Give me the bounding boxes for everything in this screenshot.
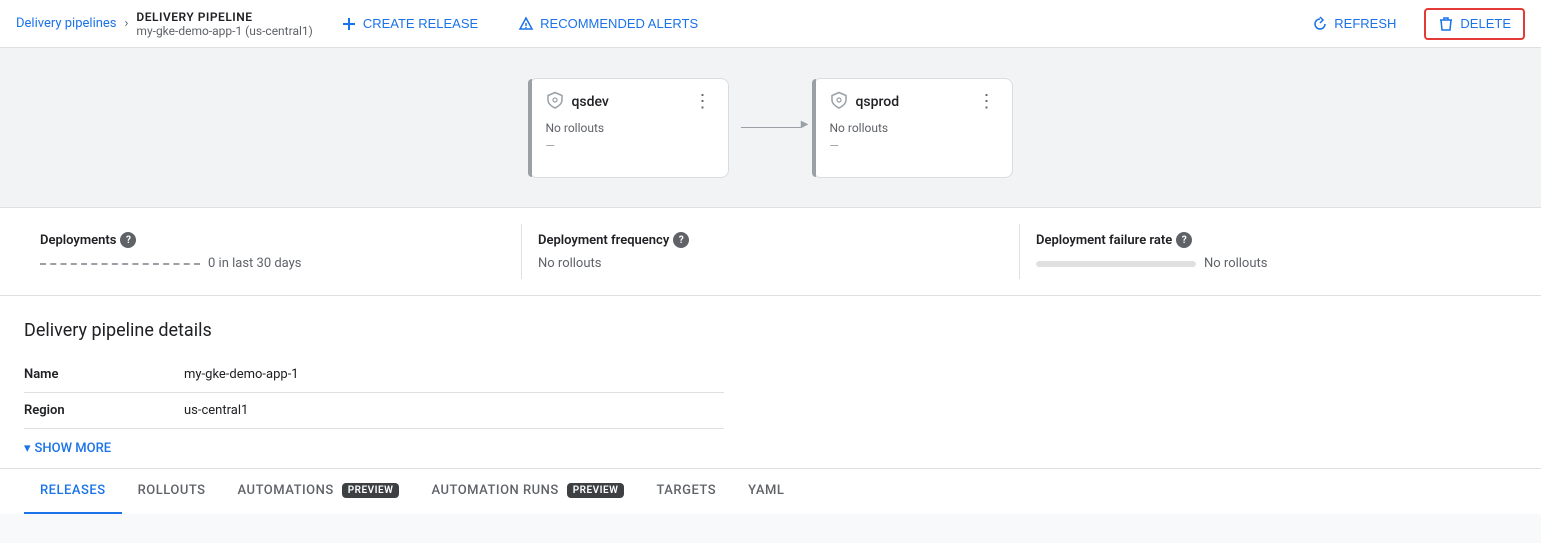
- metric-frequency-value: No rollouts: [538, 256, 1003, 271]
- tab-releases[interactable]: RELEASES: [24, 469, 122, 514]
- node-dash-qsdev: —: [546, 139, 712, 153]
- shield-icon-qsprod: [830, 91, 848, 113]
- tab-yaml[interactable]: YAML: [732, 469, 800, 514]
- automations-preview-badge: PREVIEW: [342, 483, 400, 498]
- pipeline-node-qsprod: qsprod ⋮ No rollouts —: [813, 78, 1013, 178]
- metric-deployments: Deployments ? 0 in last 30 days: [24, 224, 522, 279]
- create-release-button[interactable]: CREATE RELEASE: [329, 10, 490, 38]
- delete-icon: [1438, 16, 1454, 32]
- metric-deployments-value: 0 in last 30 days: [40, 256, 505, 271]
- add-icon: [341, 16, 357, 32]
- shield-icon-qsdev: [546, 91, 564, 113]
- recommended-alerts-button[interactable]: RECOMMENDED ALERTS: [506, 10, 710, 38]
- node-menu-qsdev[interactable]: ⋮: [694, 91, 712, 112]
- delete-button[interactable]: DELETE: [1424, 8, 1525, 40]
- tab-automations[interactable]: AUTOMATIONS PREVIEW: [222, 469, 416, 514]
- breadcrumb-current: DELIVERY PIPELINE my-gke-demo-app-1 (us-…: [136, 10, 312, 38]
- tabs-section: RELEASES ROLLOUTS AUTOMATIONS PREVIEW AU…: [0, 468, 1541, 514]
- details-row-name: Name my-gke-demo-app-1: [24, 357, 724, 393]
- details-section: Delivery pipeline details Name my-gke-de…: [0, 296, 1541, 468]
- details-row-region: Region us-central1: [24, 393, 724, 429]
- deployments-dashed-line: [40, 263, 200, 265]
- node-title-row-qsdev: qsdev: [546, 91, 609, 113]
- pipeline-label: DELIVERY PIPELINE: [136, 10, 312, 24]
- tabs-container: RELEASES ROLLOUTS AUTOMATIONS PREVIEW AU…: [0, 469, 1541, 514]
- show-more-button[interactable]: ▾ SHOW MORE: [24, 429, 1517, 468]
- metric-failure-label: Deployment failure rate ?: [1036, 232, 1501, 248]
- node-title-qsprod: qsprod: [856, 94, 900, 110]
- node-title-row-qsprod: qsprod: [830, 91, 900, 113]
- details-label-name: Name: [24, 357, 184, 393]
- tab-targets[interactable]: TARGETS: [640, 469, 732, 514]
- failure-help-icon: ?: [1176, 232, 1192, 248]
- metric-deployments-label: Deployments ?: [40, 232, 505, 248]
- node-menu-qsprod[interactable]: ⋮: [978, 91, 996, 112]
- node-dash-qsprod: —: [830, 139, 996, 153]
- node-header-qsdev: qsdev ⋮: [546, 91, 712, 113]
- metric-deployment-frequency: Deployment frequency ? No rollouts: [522, 224, 1020, 279]
- refresh-button[interactable]: REFRESH: [1300, 10, 1408, 38]
- tab-automation-runs[interactable]: AUTOMATION RUNS PREVIEW: [415, 469, 640, 514]
- frequency-help-icon: ?: [673, 232, 689, 248]
- details-table: Name my-gke-demo-app-1 Region us-central…: [24, 357, 724, 429]
- alert-icon: [518, 16, 534, 32]
- chevron-down-icon: ▾: [24, 441, 31, 456]
- details-label-region: Region: [24, 393, 184, 429]
- details-value-region: us-central1: [184, 393, 724, 429]
- details-title: Delivery pipeline details: [24, 320, 1517, 341]
- top-bar: Delivery pipelines › DELIVERY PIPELINE m…: [0, 0, 1541, 48]
- metrics-section: Deployments ? 0 in last 30 days Deployme…: [0, 208, 1541, 296]
- failure-rate-bar: [1036, 261, 1196, 267]
- pipeline-section: qsdev ⋮ No rollouts —: [0, 48, 1541, 208]
- node-status-qsprod: No rollouts: [830, 121, 996, 135]
- breadcrumb-link[interactable]: Delivery pipelines: [16, 16, 117, 31]
- details-value-name: my-gke-demo-app-1: [184, 357, 724, 393]
- pipeline-name: my-gke-demo-app-1 (us-central1): [136, 24, 312, 38]
- deployments-help-icon: ?: [120, 232, 136, 248]
- node-title-qsdev: qsdev: [572, 94, 609, 110]
- metric-failure-value: No rollouts: [1036, 256, 1501, 271]
- breadcrumb: Delivery pipelines › DELIVERY PIPELINE m…: [16, 10, 313, 38]
- metric-frequency-label: Deployment frequency ?: [538, 232, 1003, 248]
- arrow-line: [741, 127, 801, 128]
- metric-failure-rate: Deployment failure rate ? No rollouts: [1020, 224, 1517, 279]
- breadcrumb-arrow: ›: [125, 16, 129, 31]
- tab-rollouts[interactable]: ROLLOUTS: [122, 469, 222, 514]
- node-header-qsprod: qsprod ⋮: [830, 91, 996, 113]
- refresh-icon: [1312, 16, 1328, 32]
- pipeline-nodes: qsdev ⋮ No rollouts —: [529, 78, 1013, 178]
- node-status-qsdev: No rollouts: [546, 121, 712, 135]
- automation-runs-preview-badge: PREVIEW: [567, 483, 625, 498]
- pipeline-arrow: [729, 127, 813, 128]
- pipeline-node-qsdev: qsdev ⋮ No rollouts —: [529, 78, 729, 178]
